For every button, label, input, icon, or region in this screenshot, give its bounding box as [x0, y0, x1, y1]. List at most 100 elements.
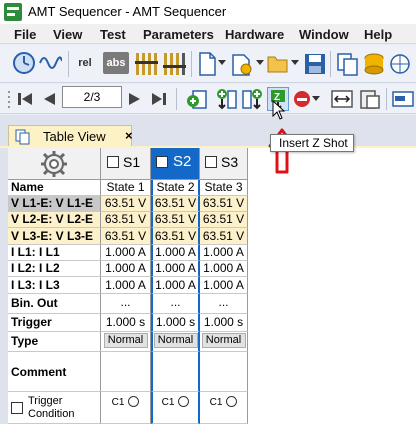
menu-view[interactable]: View — [53, 27, 82, 42]
row-label-i-l1[interactable]: I L1: I L1 — [8, 245, 101, 261]
menu-file[interactable]: File — [14, 27, 36, 42]
scope-icon[interactable] — [388, 52, 412, 76]
trigger-condition-label: Trigger Condition — [28, 395, 75, 420]
column-label: S1 — [123, 154, 141, 170]
condition-label: C1 — [209, 397, 223, 408]
clock-icon[interactable] — [12, 51, 36, 75]
row-label-v-l2[interactable]: V L2-E: V L2-E — [8, 212, 101, 228]
cell-voltage[interactable]: 63.51 V — [200, 196, 248, 212]
close-icon[interactable]: × — [125, 128, 133, 143]
new-file-icon[interactable] — [197, 51, 217, 77]
condition-radio[interactable] — [178, 396, 190, 408]
column-checkbox[interactable] — [205, 156, 217, 168]
cell-name[interactable]: State 1 — [101, 180, 151, 196]
cell-voltage[interactable]: 63.51 V — [101, 228, 151, 245]
cell-current[interactable]: 1.000 A — [151, 261, 200, 277]
insert-state-after-icon[interactable] — [241, 88, 265, 110]
tab-table-view[interactable]: Table View × — [8, 125, 133, 147]
cell-name[interactable]: State 2 — [151, 180, 200, 196]
open-folder-icon[interactable] — [266, 53, 290, 75]
cell-voltage[interactable]: 63.51 V — [151, 228, 200, 245]
cell-current[interactable]: 1.000 A — [101, 245, 151, 261]
rel-button[interactable]: rel — [74, 55, 96, 71]
new-wizard-icon[interactable] — [230, 51, 254, 77]
chevron-down-icon[interactable] — [256, 58, 264, 68]
menu-parameters[interactable]: Parameters — [143, 27, 214, 42]
cell-voltage[interactable]: 63.51 V — [151, 212, 200, 228]
cell-bin-out[interactable]: ... — [151, 294, 200, 314]
cell-voltage[interactable]: 63.51 V — [200, 228, 248, 245]
abs-button[interactable]: abs — [103, 52, 129, 74]
previous-step-icon[interactable] — [40, 90, 58, 108]
cell-current[interactable]: 1.000 A — [200, 261, 248, 277]
cell-trigger-condition: C1 — [101, 392, 151, 424]
layout-icon[interactable] — [392, 90, 414, 108]
cell-trigger[interactable]: 1.000 s — [200, 314, 248, 332]
cell-trigger[interactable]: 1.000 s — [151, 314, 200, 332]
move-state-icon[interactable] — [330, 88, 354, 110]
row-label-comment: Comment — [8, 352, 101, 392]
first-step-icon[interactable] — [16, 90, 34, 108]
cell-comment[interactable] — [101, 352, 151, 392]
step-index-field[interactable] — [62, 86, 122, 108]
cell-trigger[interactable]: 1.000 s — [101, 314, 151, 332]
bars-icon[interactable] — [134, 51, 158, 77]
cell-current[interactable]: 1.000 A — [151, 245, 200, 261]
cell-current[interactable]: 1.000 A — [200, 277, 248, 294]
grip-handle — [6, 88, 12, 110]
condition-radio[interactable] — [128, 396, 140, 408]
insert-state-before-icon[interactable] — [214, 88, 238, 110]
add-state-icon[interactable] — [186, 88, 208, 110]
chevron-down-icon[interactable] — [218, 58, 226, 68]
column-header-s1[interactable]: S1 — [101, 148, 151, 180]
cell-comment[interactable] — [200, 352, 248, 392]
type-dropdown[interactable]: Normal — [201, 333, 246, 348]
next-step-icon[interactable] — [126, 90, 144, 108]
trigger-condition-checkbox[interactable] — [11, 402, 23, 414]
cell-type: Normal — [200, 332, 248, 352]
type-dropdown[interactable]: Normal — [153, 333, 198, 348]
cell-current[interactable]: 1.000 A — [151, 277, 200, 294]
title-bar: AMT Sequencer - AMT Sequencer — [0, 0, 416, 24]
cell-current[interactable]: 1.000 A — [101, 261, 151, 277]
cell-trigger-condition: C1 — [200, 392, 248, 424]
cell-voltage[interactable]: 63.51 V — [200, 212, 248, 228]
cell-voltage[interactable]: 63.51 V — [151, 196, 200, 212]
condition-radio[interactable] — [226, 396, 238, 408]
chevron-down-icon[interactable] — [312, 95, 320, 103]
column-header-s3[interactable]: S3 — [200, 148, 248, 180]
chevron-down-icon[interactable] — [291, 58, 299, 68]
row-label-i-l2[interactable]: I L2: I L2 — [8, 261, 101, 277]
condition-label: C1 — [161, 397, 175, 408]
gear-icon[interactable] — [40, 150, 68, 181]
battery-icon[interactable] — [362, 52, 386, 76]
cell-name[interactable]: State 3 — [200, 180, 248, 196]
last-step-icon[interactable] — [150, 90, 168, 108]
column-header-s2[interactable]: S2 — [151, 148, 200, 180]
menu-help[interactable]: Help — [364, 27, 392, 42]
remove-state-icon[interactable] — [292, 89, 312, 109]
cell-voltage[interactable]: 63.51 V — [101, 196, 151, 212]
row-label-v-l1[interactable]: V L1-E: V L1-E — [8, 196, 101, 212]
column-checkbox[interactable] — [156, 156, 168, 168]
cell-bin-out[interactable]: ... — [101, 294, 151, 314]
cell-comment[interactable] — [151, 352, 200, 392]
cell-bin-out[interactable]: ... — [200, 294, 248, 314]
cell-voltage[interactable]: 63.51 V — [101, 212, 151, 228]
type-dropdown[interactable]: Normal — [103, 333, 148, 348]
bars-alt-icon[interactable] — [162, 51, 186, 77]
sine-wave-icon[interactable] — [38, 53, 62, 73]
paste-icon[interactable] — [358, 88, 382, 110]
menu-hardware[interactable]: Hardware — [225, 27, 284, 42]
row-label-v-l3[interactable]: V L3-E: V L3-E — [8, 228, 101, 245]
column-checkbox[interactable] — [107, 156, 119, 168]
save-icon[interactable] — [303, 52, 327, 76]
copy-icon[interactable] — [336, 52, 360, 76]
menu-window[interactable]: Window — [299, 27, 349, 42]
tooltip-insert-z-shot: Insert Z Shot — [270, 134, 354, 152]
row-label-i-l3[interactable]: I L3: I L3 — [8, 277, 101, 294]
menu-test[interactable]: Test — [100, 27, 126, 42]
cell-current[interactable]: 1.000 A — [101, 277, 151, 294]
condition-label: C1 — [111, 397, 125, 408]
cell-current[interactable]: 1.000 A — [200, 245, 248, 261]
